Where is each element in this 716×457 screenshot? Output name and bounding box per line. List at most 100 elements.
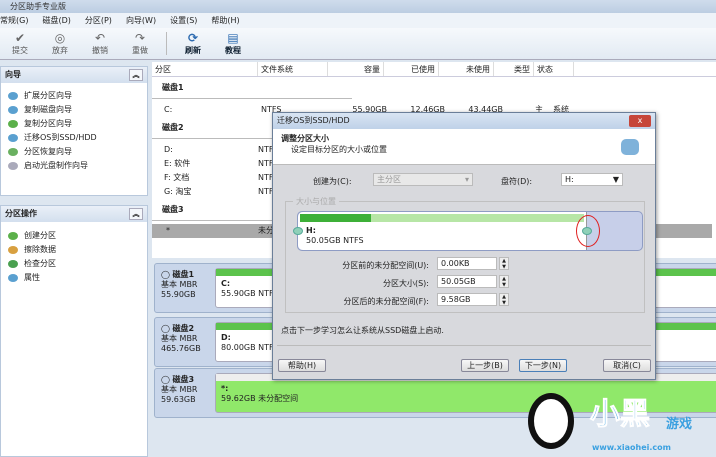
group-label: 大小与位置: [293, 196, 339, 207]
back-button[interactable]: 上一步(B): [461, 359, 509, 372]
discard-label: 放弃: [52, 46, 68, 55]
undo-icon: ↶: [94, 31, 106, 45]
left-resize-handle[interactable]: [293, 227, 303, 235]
redo-button[interactable]: ↷ 重做: [120, 28, 160, 59]
disk-wizard-icon: [621, 139, 639, 155]
undo-label: 撤销: [92, 46, 108, 55]
commit-button[interactable]: ✔ 提交: [0, 28, 40, 59]
collapse-icon[interactable]: ︽: [129, 208, 143, 220]
after-space-stepper[interactable]: ▲ ▼: [499, 293, 509, 306]
disk-type: 基本 MBR: [161, 385, 198, 394]
redo-label: 重做: [132, 46, 148, 55]
col-capacity[interactable]: 容量: [328, 62, 384, 76]
disk-type: 基本 MBR: [161, 334, 198, 343]
item-label: 分区恢复向导: [24, 147, 72, 156]
partition-slider-track[interactable]: H: 50.05GB NTFS: [293, 211, 643, 251]
tutorial-label: 教程: [225, 46, 241, 55]
drive-letter-value: H:: [565, 175, 574, 184]
wizard-extend-partition[interactable]: 扩展分区向导: [1, 89, 147, 103]
wizard-partition-recovery[interactable]: 分区恢复向导: [1, 145, 147, 159]
wizard-icon: [8, 106, 18, 114]
drive-letter-select[interactable]: H: ▼: [561, 173, 623, 186]
cell: F: 文档: [164, 173, 190, 182]
disk-icon: ◯: [161, 324, 170, 333]
discard-button[interactable]: ◎ 放弃: [40, 28, 80, 59]
dialog-header: 调整分区大小 设定目标分区的大小或位置: [273, 129, 655, 165]
wizard-copy-disk[interactable]: 复制磁盘向导: [1, 103, 147, 117]
list-header: 分区 文件系统 容量 已使用 未使用 类型 状态: [152, 62, 716, 77]
item-label: 属性: [24, 273, 40, 282]
refresh-button[interactable]: ⟳ 刷新: [173, 28, 213, 59]
size-input[interactable]: 50.05GB: [437, 275, 497, 288]
menu-help[interactable]: 帮助(H): [211, 13, 239, 28]
ops-panel: 分区操作 ︽ 创建分区 擦除数据 检查分区 属性: [0, 205, 148, 457]
disk-icon: ◯: [161, 270, 170, 279]
col-filesystem[interactable]: 文件系统: [258, 62, 328, 76]
menu-settings[interactable]: 设置(S): [170, 13, 197, 28]
menu-general[interactable]: 常规(G): [0, 13, 28, 28]
menu-wizard[interactable]: 向导(W): [126, 13, 156, 28]
col-type[interactable]: 类型: [494, 62, 534, 76]
after-space-label: 分区后的未分配空间(F):: [343, 297, 429, 306]
op-create-partition[interactable]: 创建分区: [1, 229, 147, 243]
item-label: 扩展分区向导: [24, 91, 72, 100]
title-bar: 分区助手专业版: [0, 0, 716, 13]
divider: [277, 345, 651, 346]
col-free[interactable]: 未使用: [439, 62, 494, 76]
chevron-down-icon: ▼: [612, 175, 619, 184]
wizard-panel: 向导 ︽ 扩展分区向导 复制磁盘向导 复制分区向导 迁移OS到SSD/HDD 分区…: [0, 66, 148, 196]
wizard-migrate-os[interactable]: 迁移OS到SSD/HDD: [1, 131, 147, 145]
wizard-copy-partition[interactable]: 复制分区向导: [1, 117, 147, 131]
collapse-icon[interactable]: ︽: [129, 69, 143, 81]
disk-name: 磁盘3: [172, 375, 195, 384]
wizard-icon: [8, 148, 18, 156]
usage-bar: [300, 214, 371, 222]
refresh-label: 刷新: [185, 46, 201, 55]
partition-resize-block[interactable]: H: 50.05GB NTFS: [298, 212, 587, 250]
discard-icon: ◎: [54, 31, 66, 45]
dialog-heading: 调整分区大小: [281, 134, 329, 143]
wizard-boot-cd[interactable]: 启动光盘制作向导: [1, 159, 147, 173]
col-status[interactable]: 状态: [534, 62, 574, 76]
item-label: 检查分区: [24, 259, 56, 268]
disk-type: 基本 MBR: [161, 280, 198, 289]
ops-panel-title: 分区操作: [5, 209, 37, 218]
wizard-icon: [8, 162, 18, 170]
dialog-title: 迁移OS到SSD/HDD: [277, 116, 350, 125]
menu-bar: 常规(G) 磁盘(D) 分区(P) 向导(W) 设置(S) 帮助(H): [0, 13, 716, 28]
dialog-title-bar: 迁移OS到SSD/HDD x: [273, 113, 655, 129]
before-space-stepper[interactable]: ▲ ▼: [499, 257, 509, 270]
partition-info: 50.05GB NTFS: [306, 236, 364, 245]
create-as-value: 主分区: [377, 175, 401, 184]
menu-disk[interactable]: 磁盘(D): [42, 13, 70, 28]
partition-name: H:: [306, 226, 316, 235]
item-label: 擦除数据: [24, 245, 56, 254]
undo-button[interactable]: ↶ 撤销: [80, 28, 120, 59]
partition-name: D:: [221, 333, 231, 342]
op-check-partition[interactable]: 检查分区: [1, 257, 147, 271]
info-icon: [8, 274, 18, 282]
migrate-os-dialog: 迁移OS到SSD/HDD x 调整分区大小 设定目标分区的大小或位置 创建为(C):…: [272, 112, 656, 380]
op-properties[interactable]: 属性: [1, 271, 147, 285]
size-stepper[interactable]: ▲ ▼: [499, 275, 509, 288]
col-partition[interactable]: 分区: [152, 62, 258, 76]
highlight-circle: [575, 215, 600, 247]
menu-partition[interactable]: 分区(P): [85, 13, 112, 28]
tutorial-button[interactable]: ▤ 教程: [213, 28, 253, 59]
disk-size: 465.76GB: [161, 344, 201, 353]
panda-mascot-icon: [528, 393, 574, 449]
next-button[interactable]: 下一步(N): [519, 359, 567, 372]
after-space-input[interactable]: 9.58GB: [437, 293, 497, 306]
col-used[interactable]: 已使用: [384, 62, 439, 76]
help-button[interactable]: 帮助(H): [278, 359, 326, 372]
commit-label: 提交: [12, 46, 28, 55]
op-wipe-data[interactable]: 擦除数据: [1, 243, 147, 257]
close-button[interactable]: x: [629, 115, 651, 127]
before-space-label: 分区前的未分配空间(U):: [342, 261, 429, 270]
app-title: 分区助手专业版: [10, 2, 66, 11]
cancel-button[interactable]: 取消(C): [603, 359, 651, 372]
cell: G: 淘宝: [164, 187, 192, 196]
check-icon: ✔: [14, 31, 26, 45]
before-space-input[interactable]: 0.00KB: [437, 257, 497, 270]
wizard-panel-title: 向导: [5, 70, 21, 79]
